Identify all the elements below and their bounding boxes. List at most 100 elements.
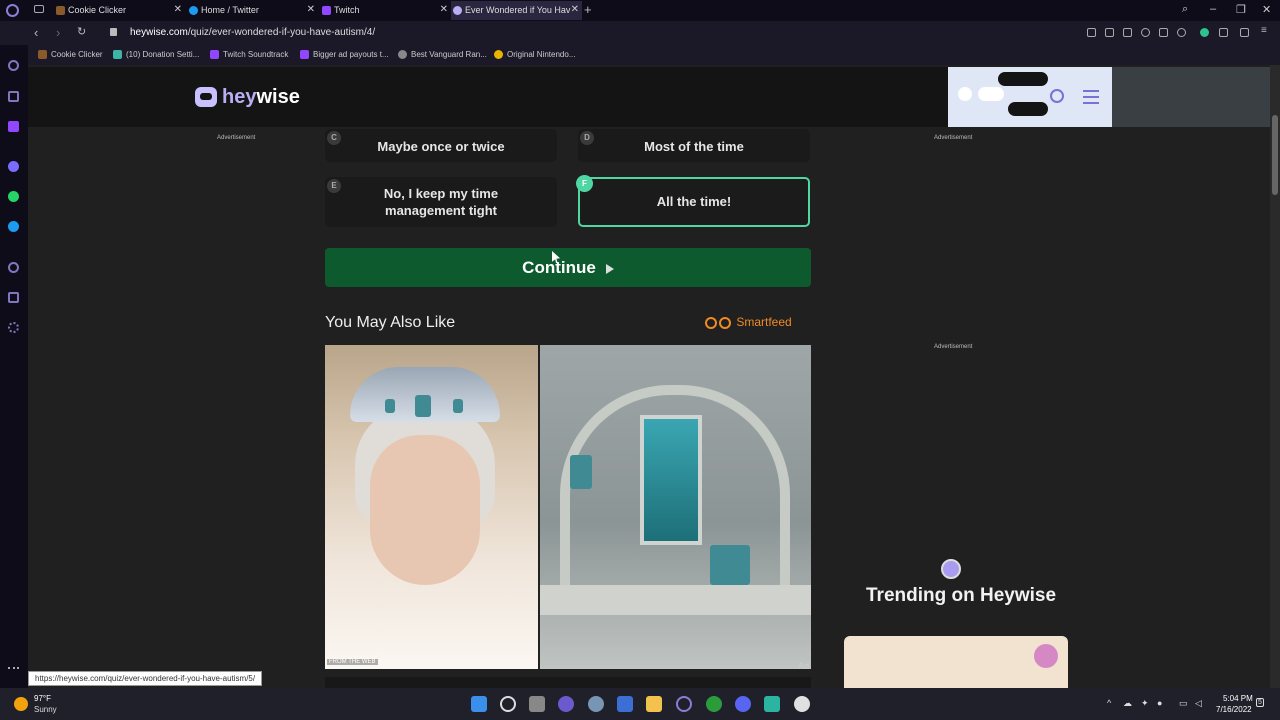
forward-button[interactable]: › [56, 25, 60, 40]
settings-icon[interactable] [588, 696, 604, 712]
camera-icon[interactable] [1123, 28, 1132, 37]
heywise-logo-icon[interactable] [195, 87, 217, 107]
tray-app-icon[interactable]: ✦ [1141, 698, 1149, 709]
speed-dial-icon[interactable] [8, 60, 19, 71]
twitter-sidebar-icon[interactable] [8, 221, 19, 232]
tab-twitter[interactable]: Home / Twitter ✕ [187, 1, 318, 20]
weather-condition[interactable]: Sunny [34, 705, 57, 714]
close-tab-icon[interactable]: ✕ [440, 4, 448, 15]
bookmark-item[interactable]: Best Vanguard Ran... [396, 50, 487, 59]
task-view-icon[interactable] [529, 696, 545, 712]
browser-tab-bar: Cookie Clicker ✕ Home / Twitter ✕ Twitch… [0, 0, 1280, 21]
sun-icon[interactable] [14, 697, 28, 711]
close-tab-icon[interactable]: ✕ [174, 4, 182, 15]
scroll-thumb[interactable] [1272, 115, 1278, 195]
answer-option-d[interactable]: D Most of the time [578, 129, 810, 162]
continue-label: Continue [522, 258, 596, 277]
mic-icon[interactable]: ● [1157, 698, 1162, 708]
answer-option-e[interactable]: E No, I keep my time management tight [325, 177, 557, 227]
new-tab-button[interactable]: + [584, 2, 592, 17]
next-feed-item [325, 677, 811, 688]
reload-button[interactable]: ↻ [77, 25, 86, 38]
sponsored-ad-image[interactable]: FROM THE WEB [325, 345, 811, 669]
search-tabs-icon[interactable]: ⌕ [1182, 3, 1188, 16]
edit-icon[interactable] [1105, 28, 1114, 37]
smartfeed-label: Smartfeed [736, 315, 792, 329]
cube-sidebar-icon[interactable] [8, 292, 19, 303]
workspaces-icon[interactable] [34, 5, 44, 13]
twitch-sidebar-icon[interactable] [8, 121, 19, 132]
opera-taskbar-icon[interactable] [676, 696, 692, 712]
clock-date[interactable]: 7/16/2022 [1216, 705, 1252, 714]
clock-time[interactable]: 5:04 PM [1223, 694, 1253, 703]
chat-icon[interactable] [558, 696, 574, 712]
whatsapp-icon[interactable] [8, 191, 19, 202]
discord-icon[interactable] [735, 696, 751, 712]
bookmark-item[interactable]: Bigger ad payouts t... [298, 50, 389, 59]
opera-logo-icon[interactable] [6, 4, 19, 17]
ad-tag: Ad [798, 661, 810, 671]
gem-shape [453, 399, 463, 413]
twitch-icon [300, 50, 309, 59]
messenger-icon[interactable] [8, 161, 19, 172]
extension-icon[interactable] [1200, 28, 1209, 37]
bookmark-item[interactable]: Original Nintendo... [492, 50, 575, 59]
bookmark-item[interactable]: Twitch Soundtrack [208, 50, 288, 59]
start-icon[interactable] [471, 696, 487, 712]
tab-cookie-clicker[interactable]: Cookie Clicker ✕ [54, 1, 185, 20]
continue-button[interactable]: Continue [325, 248, 811, 287]
bookmark-item[interactable]: (10) Donation Setti... [111, 50, 199, 59]
send-icon[interactable] [1159, 28, 1168, 37]
heywise-logo[interactable]: heywise [222, 86, 300, 109]
tab-heywise[interactable]: Ever Wondered if You Hav ✕ [451, 1, 582, 20]
play-arrow-icon [605, 263, 614, 274]
trending-card[interactable] [844, 636, 1068, 688]
smartfeed-link[interactable]: Smartfeed [705, 315, 792, 329]
answer-option-c[interactable]: C Maybe once or twice [325, 129, 557, 162]
deco-blob [978, 87, 1004, 101]
history-icon[interactable] [8, 262, 19, 273]
settings-gear-icon[interactable] [8, 322, 19, 333]
shield-icon[interactable] [1141, 28, 1150, 37]
tray-expand-icon[interactable]: ^ [1107, 698, 1111, 708]
app-icon[interactable] [764, 696, 780, 712]
xbox-icon[interactable] [706, 696, 722, 712]
maximize-button[interactable]: ❐ [1236, 3, 1246, 16]
search-icon[interactable] [500, 696, 516, 712]
smartfeed-logo-icon [705, 316, 717, 329]
close-tab-icon[interactable]: ✕ [307, 4, 315, 15]
cookie-favicon-icon [56, 6, 65, 15]
site-menu-icon[interactable] [1083, 90, 1099, 108]
network-icon[interactable]: ▭ [1179, 698, 1188, 709]
close-window-button[interactable]: ✕ [1262, 3, 1271, 16]
url-host: heywise.com [130, 27, 188, 38]
site-search-icon[interactable] [1050, 89, 1064, 103]
download-icon[interactable] [1240, 28, 1249, 37]
back-button[interactable]: ‹ [34, 25, 38, 40]
option-label: Most of the time [644, 139, 744, 154]
option-letter: E [327, 179, 341, 193]
tab-label: Ever Wondered if You Hav [465, 5, 571, 15]
store-icon[interactable] [617, 696, 633, 712]
more-icon[interactable] [8, 667, 19, 671]
deco-dot [958, 87, 972, 101]
notification-icon[interactable]: 5 [1256, 698, 1264, 707]
file-explorer-icon[interactable] [646, 696, 662, 712]
menu-icon[interactable]: ≡ [1261, 25, 1270, 36]
tab-twitch[interactable]: Twitch ✕ [320, 1, 451, 20]
onedrive-icon[interactable]: ☁ [1123, 698, 1132, 709]
bag-icon[interactable] [8, 91, 19, 102]
url-field[interactable]: heywise.com/quiz/ever-wondered-if-you-ha… [130, 27, 375, 38]
minimize-button[interactable]: – [1210, 3, 1216, 15]
bookmark-item[interactable]: Cookie Clicker [36, 50, 103, 59]
heart-icon[interactable] [1177, 28, 1186, 37]
itunes-icon[interactable] [794, 696, 810, 712]
volume-icon[interactable]: ◁ [1195, 698, 1202, 709]
cube-icon[interactable] [1219, 28, 1228, 37]
weather-temperature[interactable]: 97°F [34, 694, 51, 703]
close-tab-icon[interactable]: ✕ [571, 4, 579, 15]
page-scrollbar[interactable] [1270, 65, 1280, 688]
trending-icon [941, 559, 961, 579]
answer-option-f[interactable]: F All the time! [576, 175, 810, 227]
reader-icon[interactable] [1087, 28, 1096, 37]
